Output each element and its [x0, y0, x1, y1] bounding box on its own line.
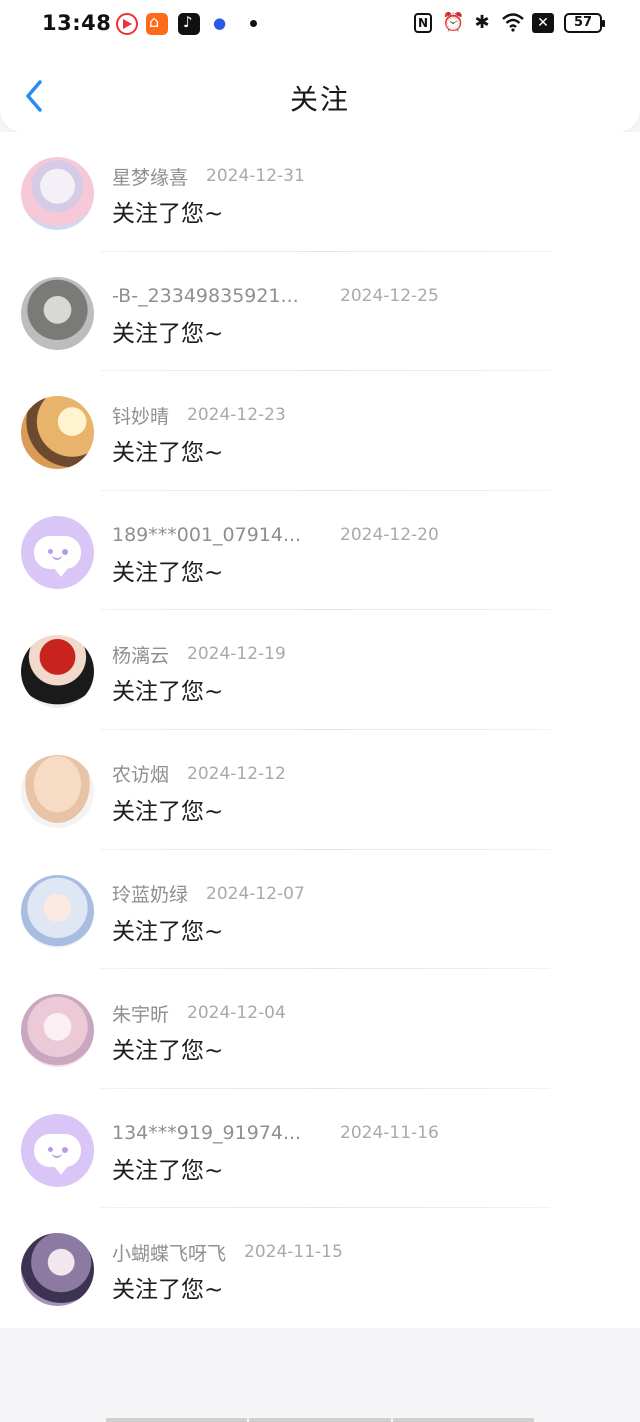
- list-item[interactable]: -B-_23349835921... 2024-12-25 关注了您~: [0, 252, 640, 372]
- user-name: 钭妙晴: [112, 405, 170, 428]
- follow-notification-list: 星梦缘喜 2024-12-31 关注了您~ -B-_23349835921...…: [0, 132, 640, 1328]
- notification-dot: [250, 20, 257, 27]
- list-item[interactable]: 134***919_91974... 2024-11-16 关注了您~: [0, 1089, 640, 1209]
- item-meta: 朱宇昕 2024-12-04: [112, 999, 286, 1027]
- follow-date: 2024-11-15: [244, 1242, 343, 1263]
- nfc-icon: N: [414, 13, 432, 33]
- user-name: 杨漓云: [112, 644, 170, 667]
- follow-date: 2024-12-07: [206, 883, 305, 904]
- battery-indicator: 57: [564, 13, 605, 33]
- follow-message: 关注了您~: [112, 679, 224, 706]
- user-name: 134***919_91974...: [112, 1121, 302, 1144]
- wifi-icon: [502, 12, 524, 34]
- alarm-icon: ⏰: [442, 12, 465, 33]
- user-name: 玲蓝奶绿: [112, 884, 189, 907]
- follow-date: 2024-12-23: [187, 405, 286, 426]
- follow-date: 2024-12-25: [340, 285, 439, 306]
- item-meta: 189***001_07914... 2024-12-20: [112, 521, 439, 549]
- default-avatar[interactable]: [21, 515, 94, 589]
- list-item[interactable]: 朱宇昕 2024-12-04 关注了您~: [0, 969, 640, 1089]
- avatar[interactable]: [21, 396, 94, 470]
- item-meta: 134***919_91974... 2024-11-16: [112, 1119, 439, 1147]
- user-name: 星梦缘喜: [112, 166, 189, 189]
- list-item[interactable]: 农访烟 2024-12-12 关注了您~: [0, 730, 640, 850]
- follow-message: 关注了您~: [112, 918, 224, 945]
- avatar[interactable]: [21, 994, 94, 1068]
- avatar[interactable]: [21, 635, 94, 709]
- chat-bubble-icon: [34, 1133, 81, 1175]
- follow-message: 关注了您~: [112, 1038, 224, 1065]
- follow-date: 2024-12-31: [206, 166, 305, 186]
- status-time: 13:48: [42, 11, 112, 35]
- follow-message: 关注了您~: [112, 1277, 224, 1304]
- list-item[interactable]: 小蝴蝶飞呀飞 2024-11-15 关注了您~: [0, 1208, 640, 1328]
- page-title: 关注: [289, 83, 350, 116]
- follow-message: 关注了您~: [112, 559, 224, 586]
- follow-date: 2024-12-04: [187, 1003, 286, 1024]
- item-meta: 星梦缘喜 2024-12-31: [112, 162, 305, 190]
- x-box-icon: ✕: [532, 13, 554, 33]
- follow-message: 关注了您~: [112, 1157, 224, 1184]
- bottom-area: [0, 1328, 640, 1422]
- user-name: 小蝴蝶飞呀飞: [112, 1242, 227, 1265]
- avatar[interactable]: [21, 754, 94, 828]
- page-header: 关注: [0, 52, 640, 132]
- chat-bubble-icon: [34, 535, 81, 577]
- item-meta: 玲蓝奶绿 2024-12-07: [112, 880, 305, 908]
- list-item[interactable]: 杨漓云 2024-12-19 关注了您~: [0, 610, 640, 730]
- system-icons: N ⏰ ✱ ✕ 57: [414, 12, 605, 34]
- user-name: 朱宇昕: [112, 1003, 170, 1026]
- avatar[interactable]: [21, 276, 94, 350]
- avatar[interactable]: [21, 874, 94, 948]
- user-name: 189***001_07914...: [112, 523, 302, 546]
- follow-date: 2024-12-19: [187, 644, 286, 665]
- item-meta: -B-_23349835921... 2024-12-25: [112, 282, 439, 310]
- item-meta: 杨漓云 2024-12-19: [112, 640, 286, 668]
- follow-date: 2024-12-20: [340, 524, 439, 545]
- video-app-icon: [116, 13, 138, 35]
- screen: 13:48 N ⏰ ✱ ✕ 57 关注 星梦缘喜: [0, 0, 640, 1422]
- item-meta: 小蝴蝶飞呀飞 2024-11-15: [112, 1238, 343, 1266]
- list-item[interactable]: 189***001_07914... 2024-12-20 关注了您~: [0, 491, 640, 611]
- list-item[interactable]: 钭妙晴 2024-12-23 关注了您~: [0, 371, 640, 491]
- list-item[interactable]: 星梦缘喜 2024-12-31 关注了您~: [0, 132, 640, 252]
- list-item[interactable]: 玲蓝奶绿 2024-12-07 关注了您~: [0, 850, 640, 970]
- item-meta: 钭妙晴 2024-12-23: [112, 401, 286, 429]
- gesture-bar[interactable]: [106, 1418, 534, 1422]
- follow-message: 关注了您~: [112, 798, 224, 825]
- default-avatar[interactable]: [21, 1113, 94, 1187]
- kuaishou-icon: [146, 12, 168, 35]
- item-meta: 农访烟 2024-12-12: [112, 760, 286, 788]
- follow-message: 关注了您~: [112, 440, 224, 467]
- status-bar: 13:48 N ⏰ ✱ ✕ 57: [0, 0, 640, 52]
- baidu-icon: [210, 13, 232, 35]
- avatar[interactable]: [21, 1233, 94, 1307]
- user-name: 农访烟: [112, 764, 170, 787]
- follow-date: 2024-12-12: [187, 763, 286, 784]
- user-name: -B-_23349835921...: [112, 284, 299, 307]
- bluetooth-icon: ✱: [474, 12, 490, 33]
- avatar[interactable]: [21, 157, 94, 230]
- follow-date: 2024-11-16: [340, 1122, 439, 1143]
- follow-message: 关注了您~: [112, 201, 224, 227]
- follow-message: 关注了您~: [112, 320, 224, 347]
- douyin-icon: [178, 13, 200, 35]
